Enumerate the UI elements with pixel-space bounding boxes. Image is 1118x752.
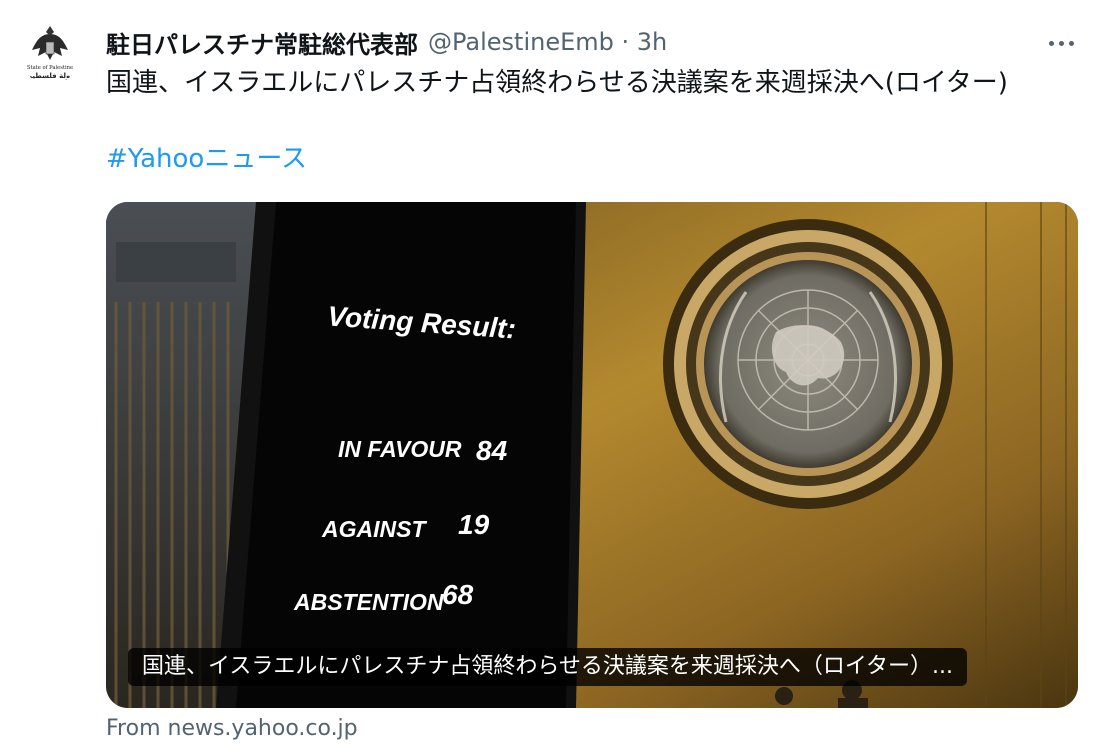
board-row-label: AGAINST: [321, 516, 427, 542]
link-source[interactable]: From news.yahoo.co.jp: [106, 716, 358, 741]
board-row-value: 68: [442, 579, 474, 610]
more-options-icon[interactable]: [1044, 26, 1078, 60]
board-row-label: IN FAVOUR: [338, 436, 462, 462]
board-row-value: 19: [458, 509, 490, 540]
author-handle-time[interactable]: @PalestineEmb · 3h: [428, 28, 667, 56]
link-card-image[interactable]: Voting Result: IN FAVOUR 84 AGAINST 19 A…: [106, 202, 1078, 708]
state-of-palestine-emblem: State of Palestine دولة فلسطين: [26, 26, 74, 80]
hashtag-link[interactable]: #Yahooニュース: [106, 140, 307, 178]
board-row-label: ABSTENTION: [293, 589, 444, 615]
card-caption: 国連、イスラエルにパレスチナ占領終わらせる決議案を来週採決へ（ロイター）...: [128, 648, 968, 686]
board-row-value: 84: [476, 435, 508, 466]
author-name[interactable]: 駐日パレスチナ常駐総代表部: [106, 25, 418, 60]
avatar-label-en: State of Palestine: [27, 65, 73, 71]
author-avatar[interactable]: State of Palestine دولة فلسطين: [18, 20, 82, 84]
un-assembly-photo: Voting Result: IN FAVOUR 84 AGAINST 19 A…: [106, 202, 1078, 708]
avatar-label-ar: دولة فلسطين: [26, 72, 74, 80]
tweet-header: 駐日パレスチナ常駐総代表部 @PalestineEmb · 3h: [106, 24, 1078, 60]
tweet-text: 国連、イスラエルにパレスチナ占領終わらせる決議案を来週採決へ(ロイター): [106, 68, 1008, 98]
